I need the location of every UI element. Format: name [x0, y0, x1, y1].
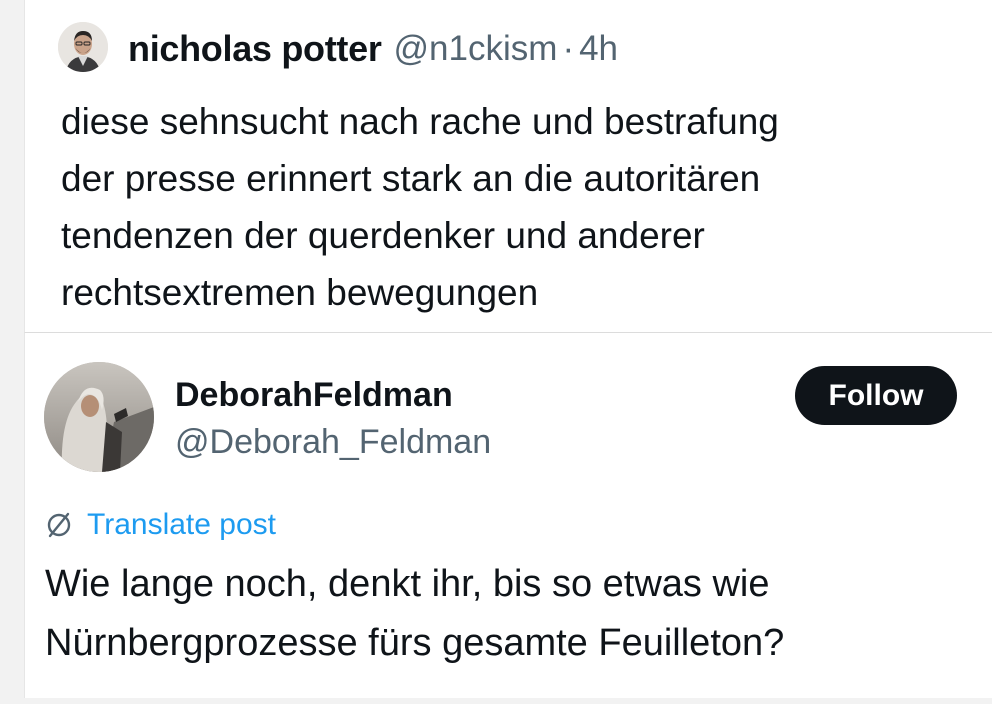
- main-text-line: Wie lange noch, denkt ihr, bis so etwas …: [45, 563, 770, 605]
- quoted-author-handle-text[interactable]: @n1ckism: [394, 29, 558, 68]
- quoted-text-line: diese sehnsucht nach rache und bestrafun…: [61, 101, 779, 142]
- follow-button[interactable]: Follow: [795, 366, 957, 425]
- quoted-post-text: diese sehnsucht nach rache und bestrafun…: [61, 93, 961, 321]
- quoted-text-line: tendenzen der querdenker und anderer: [61, 215, 705, 256]
- avatar-portrait-icon: [44, 362, 154, 472]
- main-text-line: Nürnbergprozesse fürs gesamte Feuilleton…: [45, 622, 785, 664]
- separator-dot: ·: [562, 29, 575, 68]
- avatar-portrait-icon: [58, 22, 108, 72]
- quoted-post[interactable]: nicholas potter @n1ckism · 4h diese sehnsu…: [24, 0, 992, 333]
- globe-slash-icon: [47, 512, 71, 538]
- main-author-handle[interactable]: @Deborah_Feldman: [175, 423, 491, 462]
- main-author-avatar[interactable]: [44, 362, 154, 472]
- translate-post-link[interactable]: Translate post: [45, 505, 276, 545]
- quoted-author-avatar[interactable]: [58, 22, 108, 72]
- quoted-text-line: rechtsextremen bewegungen: [61, 272, 539, 313]
- quoted-author-name[interactable]: nicholas potter: [128, 28, 382, 70]
- quoted-post-time[interactable]: 4h: [579, 29, 618, 68]
- main-author-name[interactable]: DeborahFeldman: [175, 376, 453, 415]
- screenshot: nicholas potter @n1ckism · 4h diese sehnsu…: [0, 0, 992, 704]
- quoted-text-line: der presse erinnert stark an die autorit…: [61, 158, 761, 199]
- quoted-author-handle[interactable]: @n1ckism · 4h: [394, 29, 619, 69]
- quoted-post-header: nicholas potter @n1ckism · 4h: [128, 24, 618, 74]
- translate-post-label[interactable]: Translate post: [87, 508, 276, 542]
- main-post[interactable]: DeborahFeldman @Deborah_Feldman Follow T…: [24, 333, 992, 698]
- main-post-text: Wie lange noch, denkt ihr, bis so etwas …: [45, 555, 965, 673]
